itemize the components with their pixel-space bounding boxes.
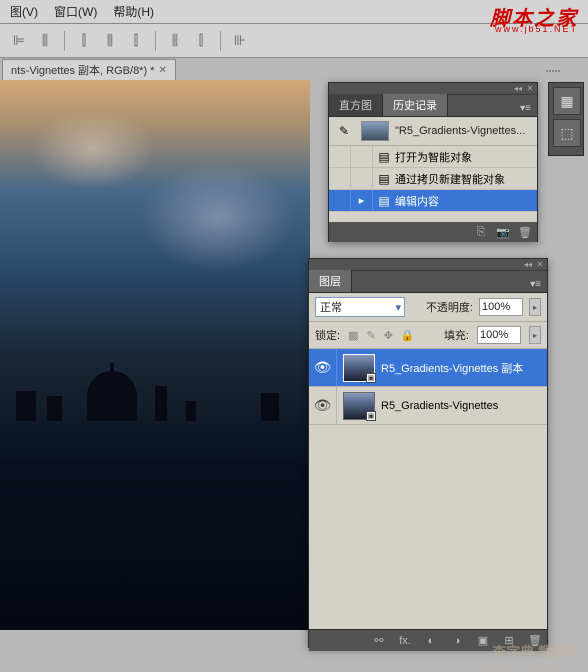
align-left-icon[interactable]: ⊫ — [8, 30, 30, 52]
history-footer: ⎘ 📷 🗑 — [329, 222, 537, 242]
brush-icon: ✎ — [337, 124, 351, 138]
snapshot-thumb-icon — [361, 121, 389, 141]
bottom-watermark: 查字典 教程网 — [492, 642, 580, 662]
history-item-label: 编辑内容 — [395, 193, 439, 209]
visibility-icon[interactable]: 👁 — [309, 387, 337, 424]
styles-icon[interactable]: ⬚ — [553, 119, 581, 147]
canvas-image — [0, 80, 310, 630]
menu-help[interactable]: 帮助(H) — [105, 1, 162, 22]
fill-stepper[interactable]: ▸ — [529, 326, 541, 344]
history-panel: ◂◂ ✕ 直方图 历史记录 ▾≡ ✎ "R5_Gradients-Vignett… — [328, 82, 538, 242]
layer-fx-icon[interactable]: fx. — [397, 633, 413, 649]
layer-name: R5_Gradients-Vignettes — [381, 400, 498, 412]
smart-object-icon: ▣ — [366, 411, 376, 421]
lock-label: 锁定: — [315, 327, 340, 343]
smart-object-icon: ▣ — [366, 373, 376, 383]
layers-blend-row: 正常 不透明度: 100% ▸ — [309, 293, 547, 322]
snapshot-name: "R5_Gradients-Vignettes... — [395, 125, 525, 137]
menu-view[interactable]: 图(V) — [2, 1, 46, 22]
bottom-watermark-url: jiaocheng.chazidian.com — [481, 662, 580, 672]
layer-thumbnail[interactable]: ▣ — [343, 354, 375, 382]
distribute-icon[interactable]: ⫿ — [125, 30, 147, 52]
document-icon: ▤ — [377, 172, 391, 186]
history-snapshot[interactable]: ✎ "R5_Gradients-Vignettes... — [329, 117, 537, 146]
layers-lock-row: 锁定: ▩ ✎ ✥ 🔒 填充: 100% ▸ — [309, 322, 547, 349]
fill-input[interactable]: 100% — [477, 326, 521, 344]
layer-row[interactable]: 👁 ▣ R5_Gradients-Vignettes — [309, 387, 547, 425]
link-layers-icon[interactable]: ⚯ — [371, 633, 387, 649]
layer-thumbnail[interactable]: ▣ — [343, 392, 375, 420]
document-tab[interactable]: nts-Vignettes 副本, RGB/8*) * ✕ — [2, 59, 176, 80]
document-icon: ▤ — [377, 150, 391, 164]
blend-mode-select[interactable]: 正常 — [315, 297, 405, 317]
fill-label: 填充: — [444, 327, 469, 343]
lock-position-icon[interactable]: ✥ — [384, 329, 393, 342]
collapse-icon[interactable]: ◂◂ — [523, 261, 533, 269]
panel-menu-icon[interactable]: ▾≡ — [524, 277, 547, 292]
history-item[interactable]: ▤ 通过拷贝新建智能对象 — [329, 168, 537, 190]
new-doc-from-state-icon[interactable]: ⎘ — [473, 224, 489, 240]
trash-icon[interactable]: 🗑 — [517, 224, 533, 240]
group-icon[interactable]: ▣ — [475, 633, 491, 649]
close-icon[interactable]: ✕ — [535, 261, 545, 269]
distribute-space-v-icon[interactable]: ⫿ — [190, 30, 212, 52]
history-item-label: 通过拷贝新建智能对象 — [395, 171, 505, 187]
opacity-stepper[interactable]: ▸ — [529, 298, 541, 316]
align-center-icon[interactable]: ⫼ — [34, 30, 56, 52]
panel-drag-handle[interactable] — [546, 70, 562, 76]
layers-panel: ◂◂ ✕ 图层 ▾≡ 正常 不透明度: 100% ▸ 锁定: ▩ ✎ ✥ 🔒 填… — [308, 258, 548, 648]
lock-transparency-icon[interactable]: ▩ — [348, 329, 358, 342]
layer-row[interactable]: 👁 ▣ R5_Gradients-Vignettes 副本 — [309, 349, 547, 387]
document-tab-title: nts-Vignettes 副本, RGB/8*) * — [11, 62, 154, 78]
site-watermark-url: www.jb51.NET — [495, 24, 578, 34]
lock-pixels-icon[interactable]: ✎ — [366, 329, 375, 342]
opacity-input[interactable]: 100% — [479, 298, 523, 316]
panel-menu-icon[interactable]: ▾≡ — [514, 101, 537, 116]
history-item[interactable]: ▸ ▤ 编辑内容 — [329, 190, 537, 212]
distribute-h-icon[interactable]: ⫿ — [73, 30, 95, 52]
auto-align-icon[interactable]: ⊪ — [229, 30, 251, 52]
distribute-v-icon[interactable]: ⫼ — [99, 30, 121, 52]
tab-histogram[interactable]: 直方图 — [329, 94, 383, 116]
adjustment-layer-icon[interactable]: ◑ — [449, 633, 465, 649]
tab-history[interactable]: 历史记录 — [383, 94, 448, 116]
side-dock: ▦ ⬚ — [548, 82, 584, 156]
layer-mask-icon[interactable]: ◐ — [423, 633, 439, 649]
history-marker-icon: ▸ — [351, 190, 373, 211]
visibility-icon[interactable]: 👁 — [309, 349, 337, 386]
tab-layers[interactable]: 图层 — [309, 270, 352, 292]
layers-body: 正常 不透明度: 100% ▸ 锁定: ▩ ✎ ✥ 🔒 填充: 100% ▸ 👁… — [309, 293, 547, 629]
menu-window[interactable]: 窗口(W) — [46, 1, 105, 22]
new-snapshot-icon[interactable]: 📷 — [495, 224, 511, 240]
history-item[interactable]: ▤ 打开为智能对象 — [329, 146, 537, 168]
document-icon: ▤ — [377, 194, 391, 208]
distribute-space-h-icon[interactable]: ⫼ — [164, 30, 186, 52]
lock-all-icon[interactable]: 🔒 — [401, 329, 415, 342]
panel-tabs: 直方图 历史记录 ▾≡ — [329, 95, 537, 117]
panel-tabs: 图层 ▾≡ — [309, 271, 547, 293]
layer-name: R5_Gradients-Vignettes 副本 — [381, 360, 523, 376]
close-icon[interactable]: ✕ — [525, 85, 535, 93]
swatches-icon[interactable]: ▦ — [553, 87, 581, 115]
canvas[interactable] — [0, 80, 310, 630]
history-item-label: 打开为智能对象 — [395, 149, 472, 165]
close-icon[interactable]: ✕ — [158, 65, 166, 76]
collapse-icon[interactable]: ◂◂ — [513, 85, 523, 93]
document-tab-bar: nts-Vignettes 副本, RGB/8*) * ✕ — [0, 58, 588, 80]
history-body: ✎ "R5_Gradients-Vignettes... ▤ 打开为智能对象 ▤… — [329, 117, 537, 222]
layers-list: 👁 ▣ R5_Gradients-Vignettes 副本 👁 ▣ R5_Gra… — [309, 349, 547, 629]
opacity-label: 不透明度: — [426, 299, 473, 315]
